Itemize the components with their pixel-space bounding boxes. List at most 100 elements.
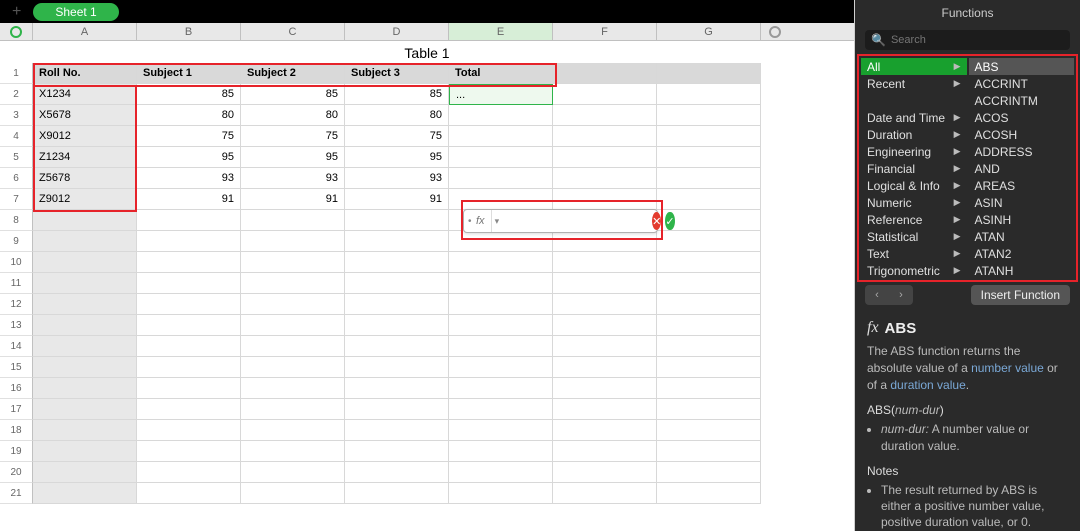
rownum[interactable]: 3 [0,105,33,126]
cell[interactable] [553,294,657,315]
cell[interactable] [553,252,657,273]
rownum[interactable]: 9 [0,231,33,252]
cell[interactable] [657,273,761,294]
col-header-D[interactable]: D [345,23,449,40]
cell[interactable] [657,84,761,105]
function-item[interactable]: ASINH [969,211,1075,228]
rownum[interactable]: 16 [0,378,33,399]
cell[interactable] [345,420,449,441]
cell-s1[interactable]: 80 [137,105,241,126]
cell[interactable] [241,231,345,252]
rownum[interactable]: 11 [0,273,33,294]
header-subject2[interactable]: Subject 2 [241,63,345,84]
cell[interactable] [657,231,761,252]
doc-link[interactable]: duration value [890,378,965,392]
cell[interactable] [33,252,137,273]
cell[interactable] [449,231,553,252]
cell[interactable] [345,210,449,231]
cell[interactable] [553,231,657,252]
cell[interactable] [241,336,345,357]
cell[interactable] [345,441,449,462]
cell[interactable] [33,273,137,294]
cell[interactable] [553,441,657,462]
cell[interactable] [137,483,241,504]
col-header-B[interactable]: B [137,23,241,40]
cell-s3[interactable]: 80 [345,105,449,126]
header-subject3[interactable]: Subject 3 [345,63,449,84]
cell[interactable] [33,483,137,504]
cell[interactable] [137,336,241,357]
category-item[interactable] [861,92,967,109]
cell[interactable] [33,378,137,399]
cell[interactable] [449,294,553,315]
category-item[interactable]: Duration▶ [861,126,967,143]
cell[interactable] [553,357,657,378]
cell[interactable] [657,336,761,357]
function-item[interactable]: ATAN [969,228,1075,245]
cell[interactable] [33,210,137,231]
cell[interactable] [657,126,761,147]
cell[interactable] [657,189,761,210]
category-item[interactable]: Financial▶ [861,160,967,177]
row-handle-start[interactable] [0,23,33,40]
cell[interactable] [137,462,241,483]
function-item[interactable]: ACOS [969,109,1075,126]
cell-roll[interactable]: Z1234 [33,147,137,168]
function-item[interactable]: AREAS [969,177,1075,194]
cell[interactable] [345,336,449,357]
cell[interactable] [137,441,241,462]
cell[interactable] [553,147,657,168]
cell[interactable] [553,336,657,357]
col-header-E[interactable]: E [449,23,553,40]
cell[interactable] [657,420,761,441]
cell[interactable] [449,441,553,462]
cell[interactable] [33,336,137,357]
cell[interactable] [345,462,449,483]
cell[interactable] [449,420,553,441]
rownum[interactable]: 20 [0,462,33,483]
doc-link[interactable]: number value [971,361,1044,375]
cell[interactable] [657,315,761,336]
cell[interactable] [657,357,761,378]
rownum[interactable]: 19 [0,441,33,462]
cell[interactable] [33,294,137,315]
cell-roll[interactable]: Z5678 [33,168,137,189]
cell-total[interactable] [449,189,553,210]
cell[interactable] [33,315,137,336]
cell[interactable] [137,399,241,420]
cell[interactable] [241,420,345,441]
function-item[interactable]: AND [969,160,1075,177]
cell[interactable] [553,84,657,105]
cell[interactable] [137,378,241,399]
sheet-tab-1[interactable]: Sheet 1 [33,3,118,21]
rownum[interactable]: 7 [0,189,33,210]
cell[interactable] [657,294,761,315]
cell[interactable] [345,294,449,315]
cell-s2[interactable]: 91 [241,189,345,210]
cell[interactable] [657,462,761,483]
cell[interactable] [657,105,761,126]
function-item[interactable]: ASIN [969,194,1075,211]
cell[interactable] [241,294,345,315]
cell[interactable] [449,252,553,273]
cell[interactable] [657,483,761,504]
header-total[interactable]: Total [449,63,553,84]
header-rollno[interactable]: Roll No. [33,63,137,84]
cell[interactable] [241,399,345,420]
formula-input[interactable] [502,210,652,232]
category-item[interactable]: Engineering▶ [861,143,967,160]
cell[interactable] [345,315,449,336]
rownum[interactable]: 10 [0,252,33,273]
cell[interactable] [345,357,449,378]
cell[interactable] [449,315,553,336]
cell[interactable] [553,420,657,441]
cell-s1[interactable]: 91 [137,189,241,210]
category-item-all[interactable]: All▶ [861,58,967,75]
cell[interactable] [449,399,553,420]
cell[interactable] [553,462,657,483]
cell[interactable] [553,189,657,210]
rownum[interactable]: 12 [0,294,33,315]
rownum[interactable]: 8 [0,210,33,231]
cell-s2[interactable]: 85 [241,84,345,105]
cell-s3[interactable]: 75 [345,126,449,147]
